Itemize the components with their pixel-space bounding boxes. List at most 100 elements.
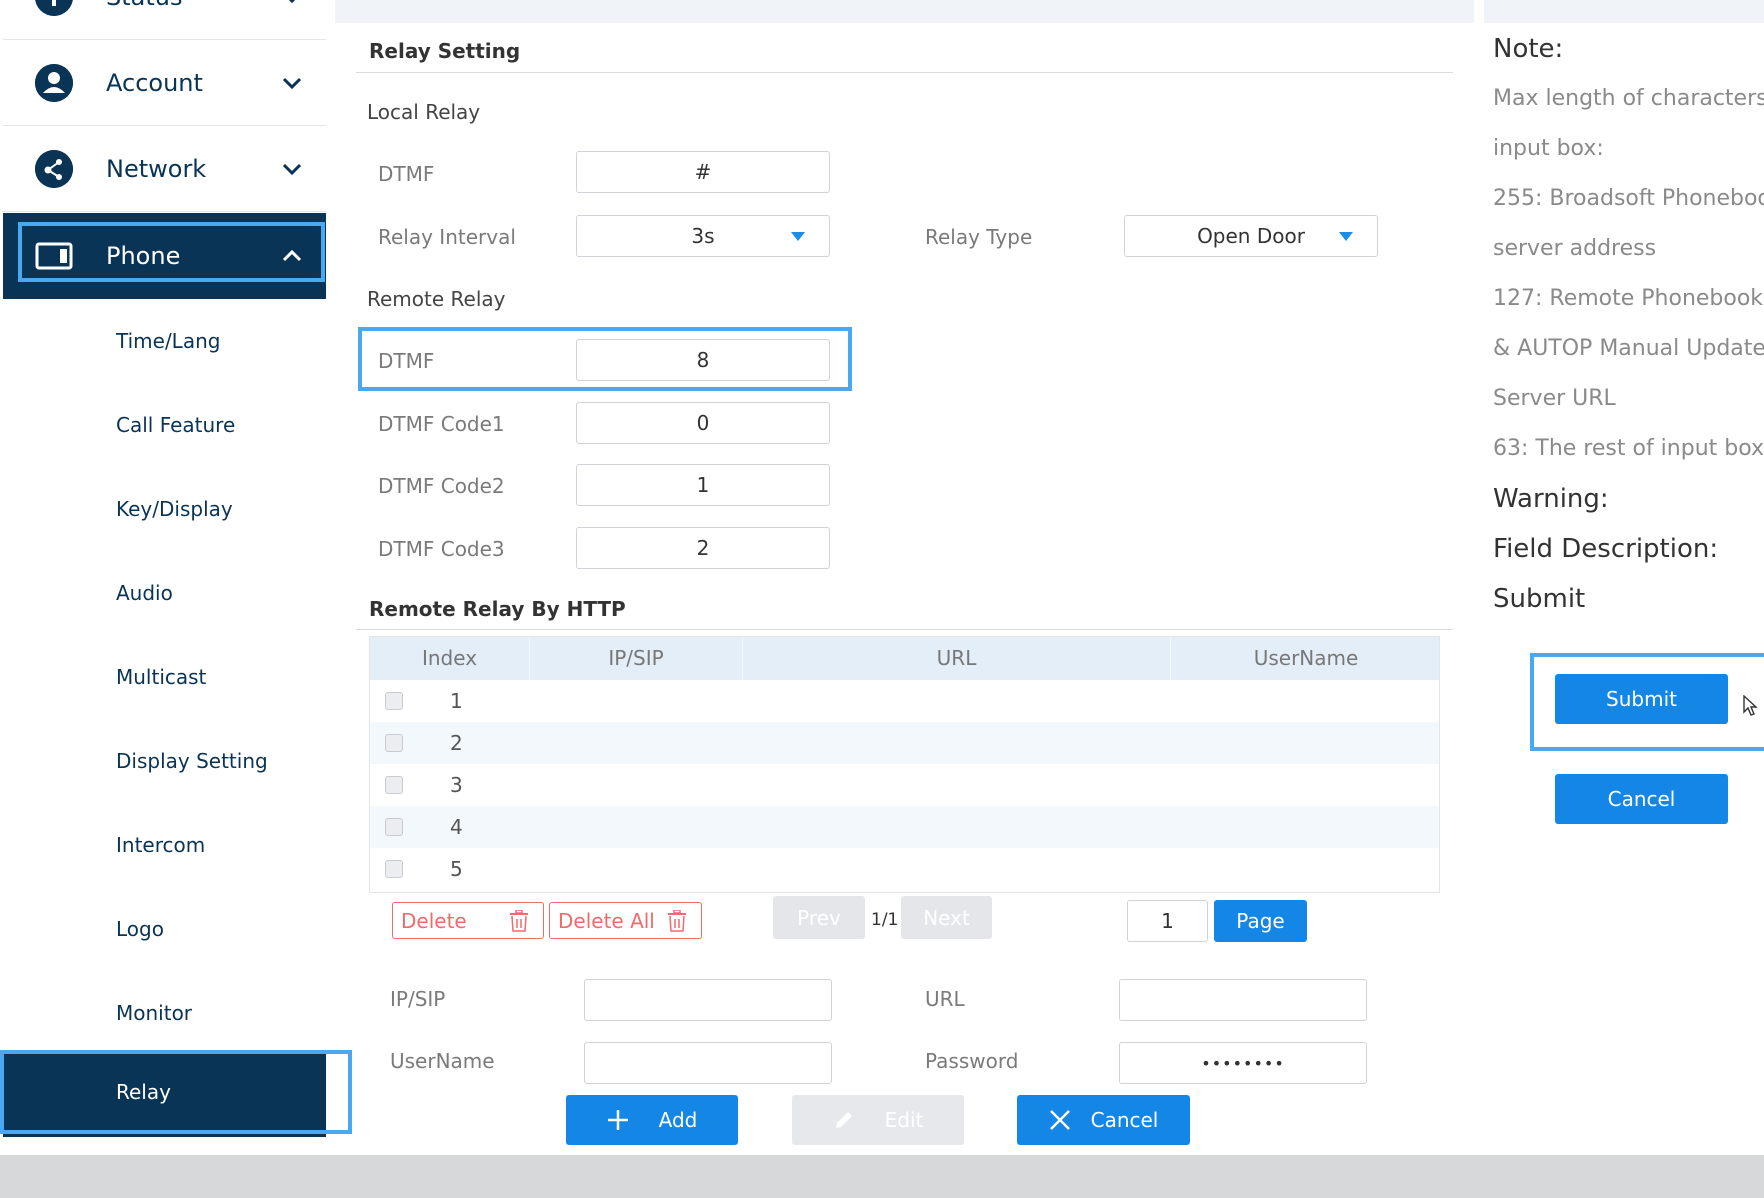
sidebar-item-display-setting[interactable]: Display Setting	[116, 749, 268, 773]
pencil-icon	[835, 1112, 852, 1128]
username-input[interactable]	[584, 1042, 832, 1084]
note-line: 127: Remote Phonebook UR	[1493, 286, 1764, 311]
row-checkbox[interactable]	[385, 776, 403, 794]
row-checkbox[interactable]	[385, 692, 403, 710]
caret-down-icon	[1339, 232, 1353, 241]
sidebar-item-relay[interactable]: Relay	[3, 1052, 326, 1137]
column-header-ip-sip: IP/SIP	[530, 637, 743, 680]
add-button[interactable]: Add	[566, 1095, 738, 1145]
submit-button[interactable]: Submit	[1555, 674, 1728, 724]
note-line: Max length of characters for	[1493, 86, 1764, 111]
remote-dtmf-input[interactable]: 8	[576, 339, 830, 381]
url-label: URL	[925, 987, 965, 1011]
row-checkbox[interactable]	[385, 818, 403, 836]
section-divider	[356, 72, 1453, 73]
nav-group-label: Account	[106, 68, 203, 97]
column-header-url: URL	[743, 637, 1171, 680]
relay-type-value: Open Door	[1197, 224, 1305, 248]
user-icon	[35, 63, 73, 102]
sidebar-item-monitor[interactable]: Monitor	[116, 1001, 192, 1025]
edit-button[interactable]: Edit	[792, 1095, 964, 1145]
http-relay-table: Index IP/SIP URL UserName 1 2 3 4 5	[369, 636, 1440, 893]
phone-device-icon	[35, 237, 73, 275]
nav-group-network[interactable]: Network	[3, 126, 326, 212]
row-index: 1	[450, 689, 463, 713]
nav-group-label: Network	[106, 154, 207, 183]
edit-button-label: Edit	[884, 1108, 924, 1132]
dtmf-code3-input[interactable]: 2	[576, 527, 830, 569]
column-header-index: Index	[370, 637, 530, 680]
sidebar-item-multicast[interactable]: Multicast	[116, 665, 206, 689]
url-input[interactable]	[1119, 979, 1367, 1021]
remote-dtmf-label: DTMF	[378, 349, 435, 373]
table-row[interactable]: 3	[370, 764, 1439, 806]
page-button[interactable]: Page	[1214, 900, 1307, 942]
note-line: Server URL	[1493, 386, 1616, 411]
note-line: input box:	[1493, 136, 1604, 161]
submit-title: Submit	[1493, 584, 1586, 614]
delete-button[interactable]: Delete	[392, 902, 544, 939]
section-title-relay-setting: Relay Setting	[369, 39, 521, 63]
dtmf-code1-label: DTMF Code1	[378, 412, 505, 436]
chevron-down-icon	[282, 163, 302, 175]
bottom-bar	[0, 1155, 1764, 1198]
note-line: server address	[1493, 236, 1657, 261]
sidebar-item-key-display[interactable]: Key/Display	[116, 497, 233, 521]
username-label: UserName	[390, 1049, 495, 1073]
trash-icon	[510, 910, 528, 932]
trash-icon	[668, 910, 686, 932]
relay-type-select[interactable]: Open Door	[1124, 215, 1378, 257]
nav-group-status[interactable]: Status	[3, 0, 326, 40]
main-top-bar	[335, 0, 1474, 23]
info-icon	[35, 0, 73, 16]
nav-group-phone[interactable]: Phone	[3, 213, 326, 299]
row-index: 5	[450, 857, 463, 881]
sidebar-item-time-lang[interactable]: Time/Lang	[116, 329, 220, 353]
delete-all-button-label: Delete All	[558, 908, 655, 933]
row-checkbox[interactable]	[385, 734, 403, 752]
note-line: 63: The rest of input boxes	[1493, 436, 1764, 461]
sidebar-item-logo[interactable]: Logo	[116, 917, 164, 941]
ip-sip-input[interactable]	[584, 979, 832, 1021]
caret-down-icon	[791, 232, 805, 241]
local-relay-label: Local Relay	[367, 100, 481, 124]
chevron-up-icon	[282, 249, 302, 262]
delete-all-button[interactable]: Delete All	[549, 902, 702, 939]
warning-title: Warning:	[1493, 484, 1609, 514]
table-row[interactable]: 5	[370, 848, 1439, 890]
relay-interval-select[interactable]: 3s	[576, 215, 830, 257]
row-index: 2	[450, 731, 463, 755]
sidebar: Status Account Network Phone Time/Lang C…	[0, 0, 352, 1140]
dtmf-code3-label: DTMF Code3	[378, 537, 505, 561]
dtmf-code2-label: DTMF Code2	[378, 474, 505, 498]
table-header: Index IP/SIP URL UserName	[370, 637, 1439, 680]
row-checkbox[interactable]	[385, 860, 403, 878]
sidebar-item-call-feature[interactable]: Call Feature	[116, 413, 235, 437]
mouse-cursor-icon	[1743, 695, 1758, 716]
sidebar-item-intercom[interactable]: Intercom	[116, 833, 205, 857]
table-row[interactable]: 4	[370, 806, 1439, 848]
page-number-input[interactable]: 1	[1127, 900, 1208, 942]
help-top-bar	[1484, 0, 1764, 23]
remote-relay-label: Remote Relay	[367, 287, 506, 311]
column-header-username: UserName	[1253, 646, 1359, 670]
note-line: 255: Broadsoft Phonebook	[1493, 186, 1764, 211]
cancel-form-button[interactable]: Cancel	[1017, 1095, 1190, 1145]
password-input[interactable]: ••••••••	[1119, 1042, 1367, 1084]
next-page-button[interactable]: Next	[901, 896, 992, 939]
relay-type-label: Relay Type	[925, 225, 1033, 249]
note-line: & AUTOP Manual Update	[1493, 336, 1764, 361]
sidebar-item-audio[interactable]: Audio	[116, 581, 173, 605]
dtmf-code2-input[interactable]: 1	[576, 464, 830, 506]
prev-page-button[interactable]: Prev	[773, 896, 865, 939]
dtmf-code1-input[interactable]: 0	[576, 402, 830, 444]
cancel-form-button-label: Cancel	[1090, 1108, 1159, 1132]
table-row[interactable]: 1	[370, 680, 1439, 722]
field-description-title: Field Description:	[1493, 534, 1719, 564]
dtmf-input[interactable]: #	[576, 151, 830, 193]
nav-group-account[interactable]: Account	[3, 40, 326, 126]
relay-interval-value: 3s	[691, 224, 715, 248]
table-row[interactable]: 2	[370, 722, 1439, 764]
cancel-button[interactable]: Cancel	[1555, 774, 1728, 824]
dtmf-label: DTMF	[378, 162, 435, 186]
